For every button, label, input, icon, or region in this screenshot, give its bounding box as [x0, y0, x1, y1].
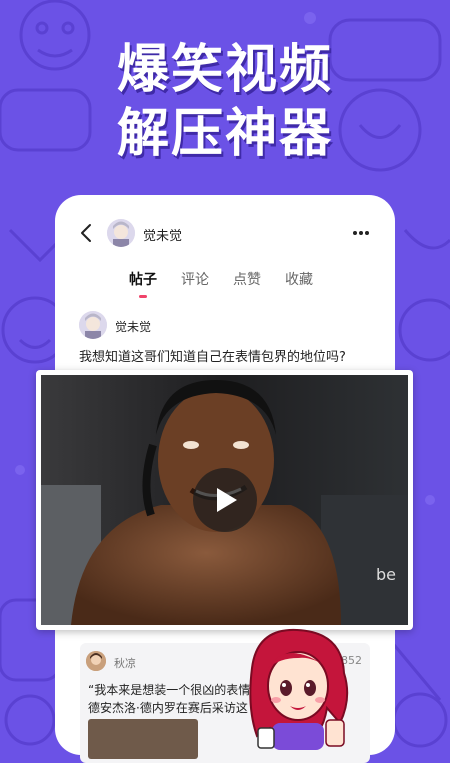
tab-likes[interactable]: 点赞 [233, 269, 261, 289]
tab-label: 评论 [181, 272, 209, 288]
tab-favorites[interactable]: 收藏 [285, 269, 313, 289]
tab-comments[interactable]: 评论 [181, 269, 209, 289]
promo-headline: 爆笑视频 解压神器 [0, 38, 450, 166]
tab-label: 收藏 [285, 272, 313, 288]
tab-label: 帖子 [129, 272, 157, 288]
tab-label: 点赞 [233, 272, 261, 288]
video-thumbnail: be [41, 375, 408, 625]
headline-line-2: 解压神器 [116, 104, 333, 164]
avatar[interactable] [107, 219, 135, 247]
post-author-name[interactable]: 觉未觉 [115, 318, 151, 335]
tab-posts[interactable]: 帖子 [129, 269, 157, 298]
post-author-avatar[interactable] [79, 311, 107, 339]
card-thumbnail[interactable] [88, 719, 198, 759]
mascot-girl-illustration [249, 628, 349, 750]
video-player[interactable]: be [36, 370, 413, 630]
headline-line-1: 爆笑视频 [116, 40, 333, 100]
active-tab-indicator [139, 295, 147, 298]
profile-tabs: 帖子 评论 点赞 收藏 [129, 269, 313, 298]
card-author-avatar[interactable] [86, 651, 106, 671]
play-icon [216, 488, 237, 512]
more-horizontal-icon[interactable] [351, 223, 371, 243]
chevron-left-icon[interactable] [77, 221, 97, 245]
post-text[interactable]: 我想知道这哥们知道自己在表情包界的地位吗? [79, 346, 346, 365]
profile-top-bar: 觉未觉 [55, 217, 395, 249]
play-button[interactable] [192, 468, 257, 532]
card-author-name[interactable]: 秋凉 [114, 655, 136, 671]
svg-text:be: be [376, 565, 396, 584]
card-subtitle: 德安杰洛·德内罗在赛后采访这 [88, 701, 248, 715]
profile-username: 觉未觉 [143, 229, 183, 244]
